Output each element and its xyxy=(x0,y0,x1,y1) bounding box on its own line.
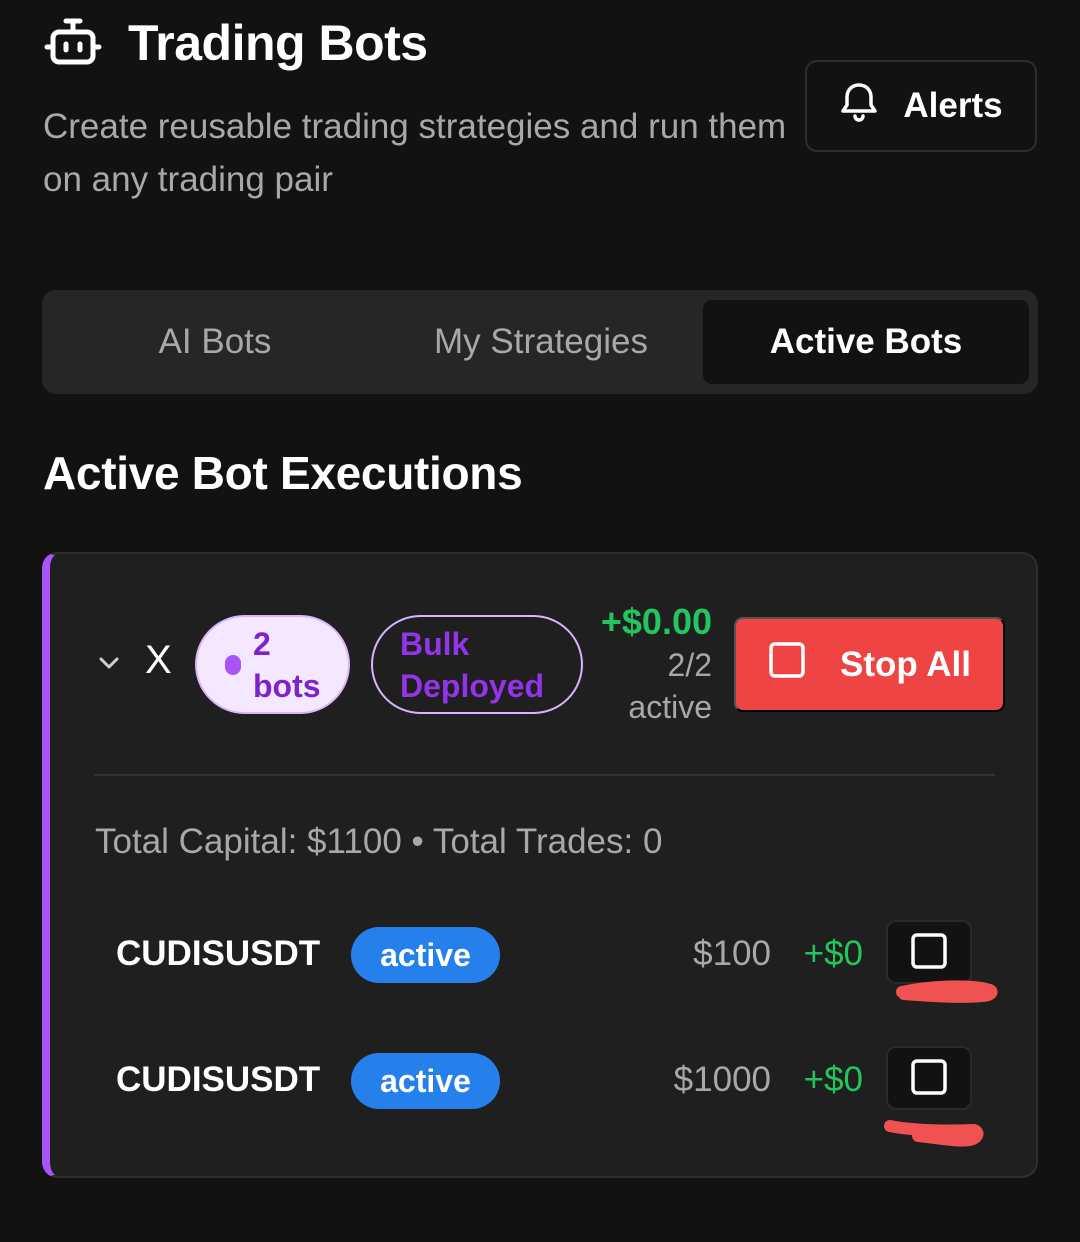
chevron-down-icon[interactable] xyxy=(96,650,122,681)
bot-capital: $1000 xyxy=(673,1060,771,1099)
annotation-underline-1 xyxy=(896,980,998,1003)
execution-name: X xyxy=(145,638,172,682)
stop-square-icon xyxy=(768,641,806,688)
annotation-underline-2 xyxy=(884,1120,984,1147)
bot-pnl: +$0 xyxy=(803,934,863,973)
section-title: Active Bot Executions xyxy=(43,447,523,499)
stop-bot-button[interactable] xyxy=(886,1046,972,1110)
status-badge: active xyxy=(351,1053,500,1109)
divider xyxy=(94,774,995,776)
status-badge: active xyxy=(351,927,500,983)
tab-my-strategies[interactable]: My Strategies xyxy=(378,300,704,384)
bot-row: CUDISUSDT active $100 +$0 xyxy=(116,920,976,985)
bot-symbol: CUDISUSDT xyxy=(116,1060,321,1099)
page-title: Trading Bots xyxy=(128,15,428,71)
bot-row: CUDISUSDT active $1000 +$0 xyxy=(116,1046,976,1111)
stop-square-icon xyxy=(910,1058,948,1099)
alerts-label: Alerts xyxy=(903,86,1003,125)
purple-dot-icon xyxy=(225,654,241,675)
stop-all-label: Stop All xyxy=(840,644,971,684)
bot-pnl: +$0 xyxy=(803,1060,863,1099)
page-subtitle: Create reusable trading strategies and r… xyxy=(43,107,787,199)
execution-totals: Total Capital: $1100 • Total Trades: 0 xyxy=(95,822,663,861)
bots-count-badge: 2 bots xyxy=(195,615,350,714)
stop-all-button[interactable]: Stop All xyxy=(734,617,1005,712)
tab-ai-bots[interactable]: AI Bots xyxy=(52,300,378,384)
execution-pnl: +$0.00 2/2 active xyxy=(580,600,712,728)
tab-bar: AI Bots My Strategies Active Bots xyxy=(42,290,1038,394)
alerts-button[interactable]: Alerts xyxy=(805,60,1037,152)
pnl-amount: +$0.00 xyxy=(600,601,712,642)
stop-square-icon xyxy=(910,932,948,973)
bulk-deployed-badge: Bulk Deployed xyxy=(371,615,583,714)
tab-active-bots[interactable]: Active Bots xyxy=(703,300,1029,384)
bots-count-label: 2 bots xyxy=(253,625,321,704)
bell-icon xyxy=(839,81,879,132)
bot-capital: $100 xyxy=(693,934,771,973)
bulk-deployed-label: Bulk Deployed xyxy=(400,625,545,704)
bot-symbol: CUDISUSDT xyxy=(116,934,321,973)
page-header: Trading Bots xyxy=(44,14,428,72)
robot-icon xyxy=(44,16,102,71)
active-count: 2/2 active xyxy=(628,647,712,725)
